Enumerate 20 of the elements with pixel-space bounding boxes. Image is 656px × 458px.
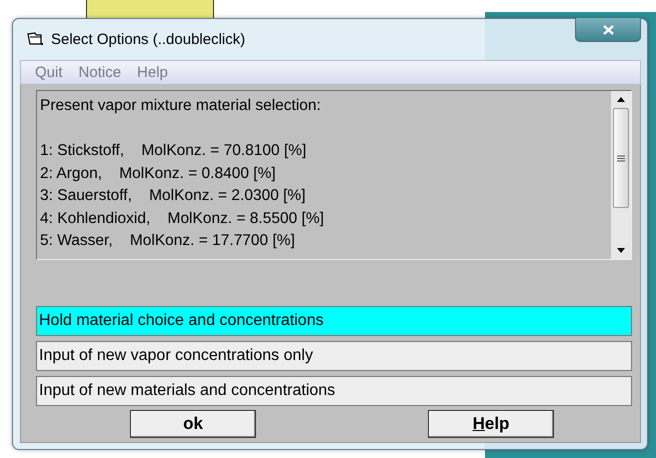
scroll-down-icon[interactable] [617, 248, 625, 253]
dialog-button[interactable]: ok [130, 410, 256, 438]
dialog-button[interactable]: Help [428, 410, 554, 438]
scroll-thumb[interactable] [613, 108, 629, 208]
info-line: 5: Wasser, MolKonz. = 17.7700 [%] [40, 231, 296, 251]
info-line: 3: Sauerstoff, MolKonz. = 2.0300 [%] [40, 186, 307, 206]
option-item[interactable]: Input of new vapor concentrations only [36, 341, 632, 371]
grip-icon [617, 154, 625, 162]
close-icon [602, 24, 614, 34]
scrollbar[interactable] [611, 91, 631, 259]
info-line: 1: Stickstoff, MolKonz. = 70.8100 [%] [40, 141, 308, 161]
option-item[interactable]: Input of new materials and concentrations [36, 376, 632, 406]
info-line: 4: Kohlendioxid, MolKonz. = 8.5500 [%] [40, 208, 325, 228]
close-button[interactable] [575, 18, 641, 42]
scroll-up-icon[interactable] [617, 97, 625, 102]
info-heading: Present vapor mixture material selection: [40, 96, 322, 116]
info-line: 2: Argon, MolKonz. = 0.8400 [%] [40, 164, 277, 184]
option-item[interactable]: Hold material choice and concentrations [36, 306, 632, 336]
window-title: Select Options (..doubleclick) [51, 30, 246, 48]
window-icon [27, 32, 43, 46]
